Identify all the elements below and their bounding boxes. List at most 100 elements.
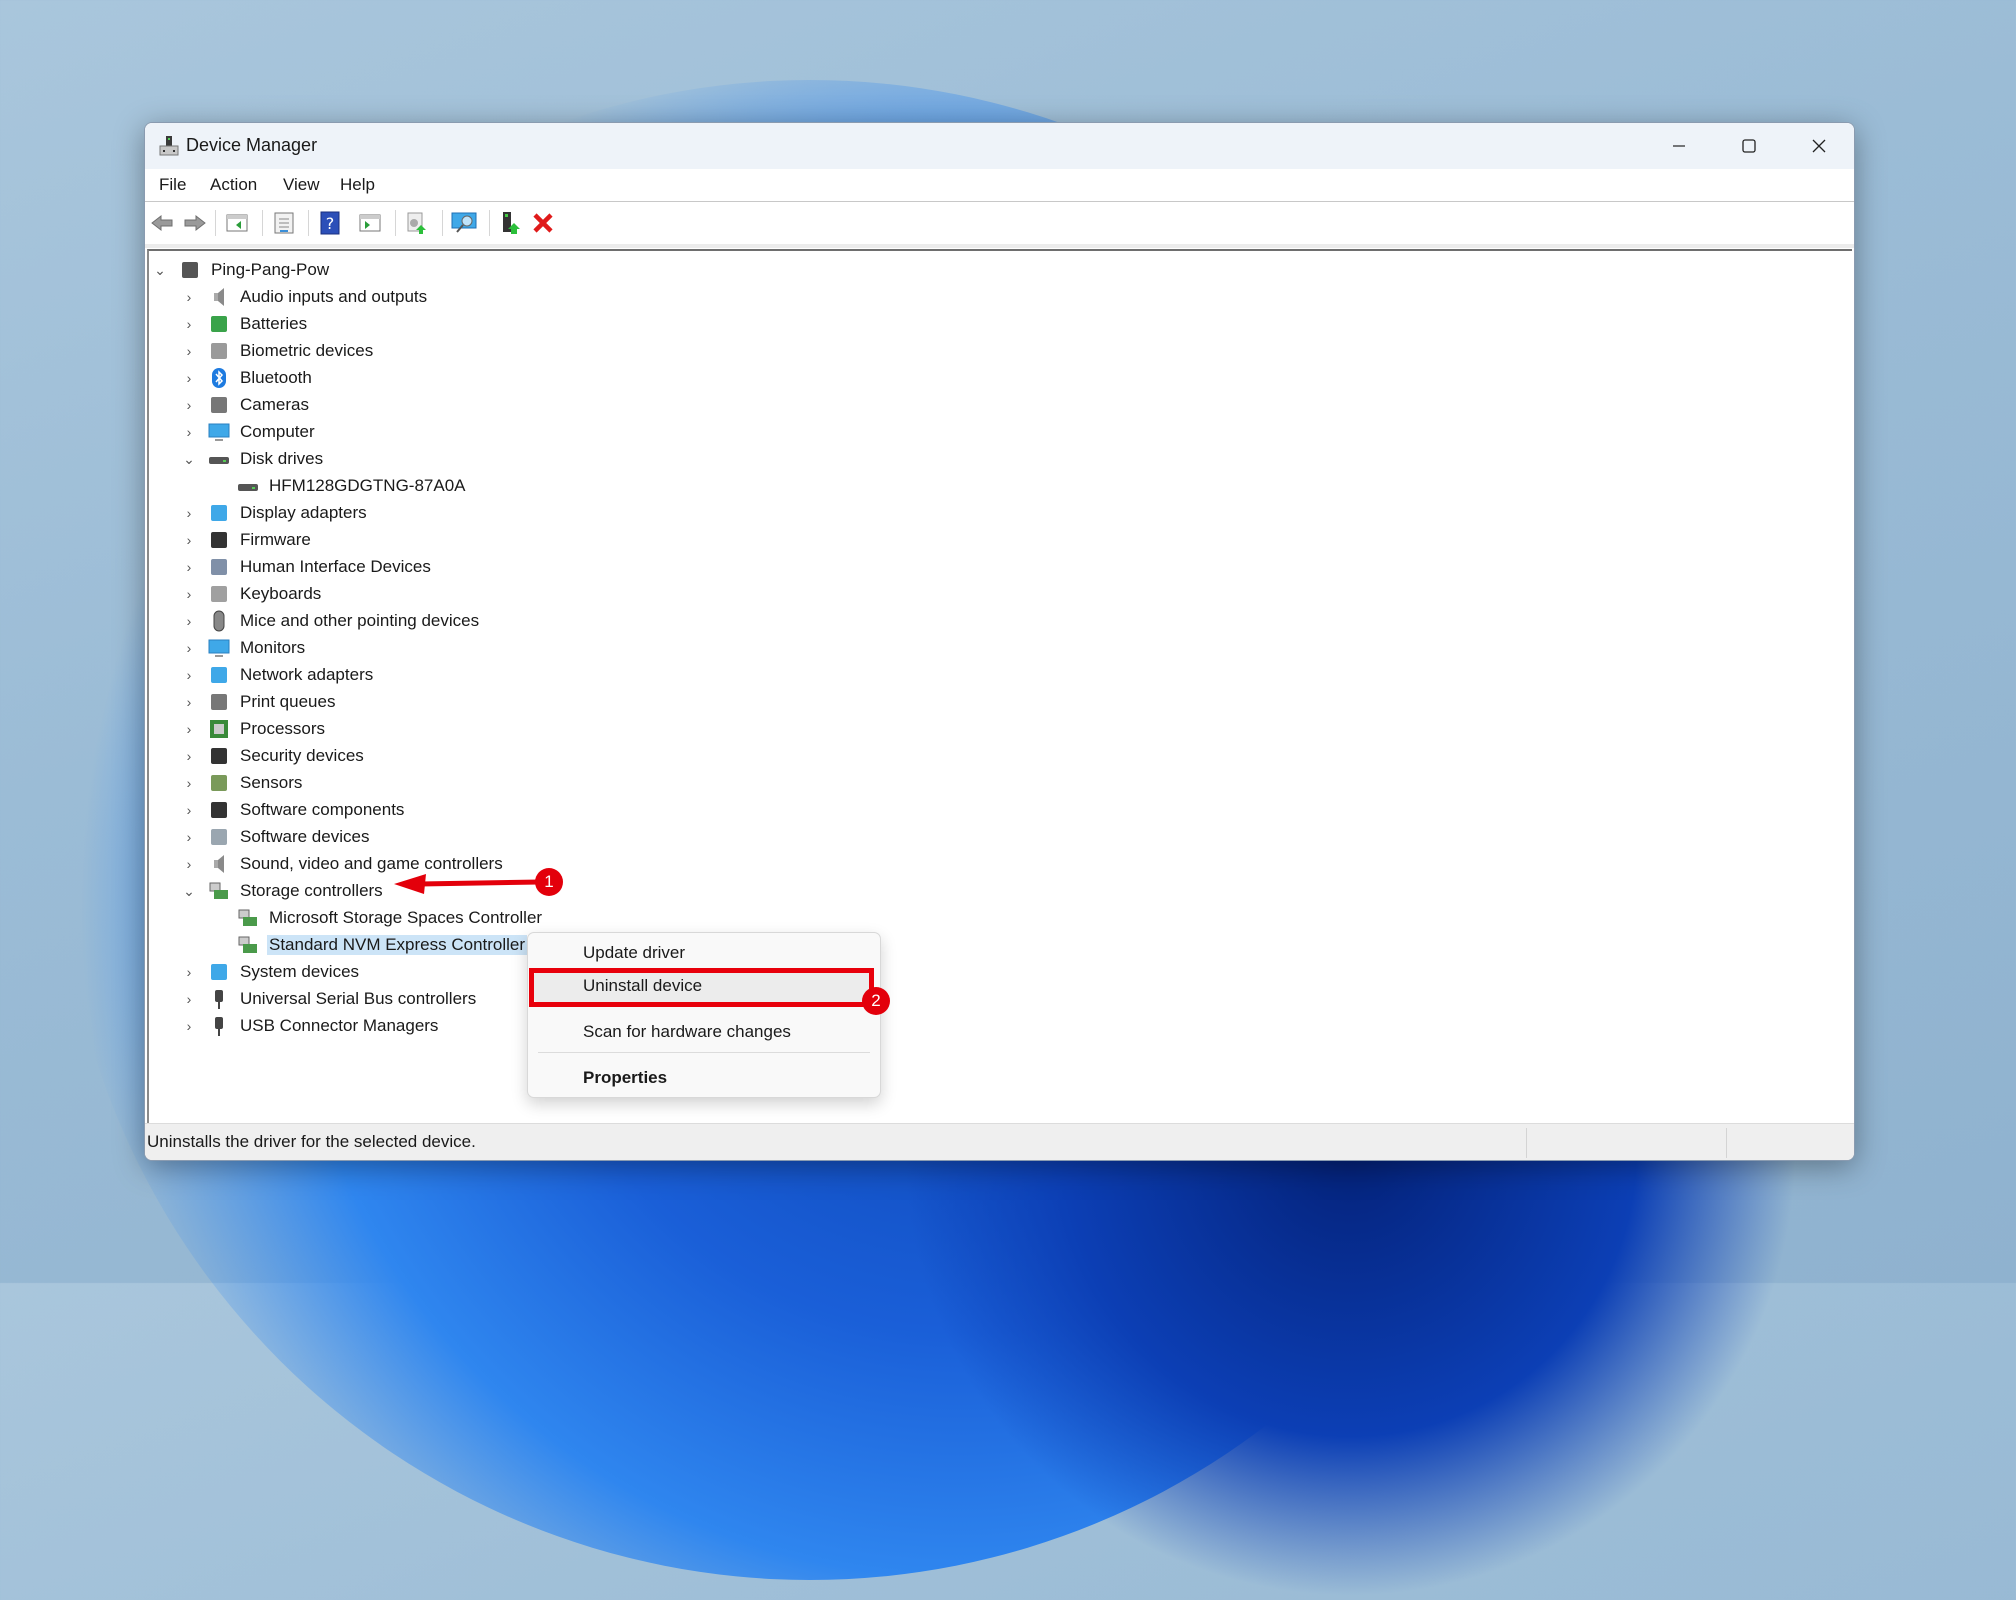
menu-update-driver[interactable]: Update driver [583,943,685,963]
chevron-right-icon[interactable]: › [180,635,198,661]
tree-item-label: Security devices [240,746,364,765]
chevron-right-icon[interactable]: › [180,311,198,337]
tree-category[interactable]: › Software components [180,797,406,823]
tree-category[interactable]: › USB Connector Managers [180,1013,440,1039]
menu-help[interactable]: Help [340,175,375,195]
show-action-pane-button[interactable] [357,210,383,236]
tree-category[interactable]: › Monitors [180,635,307,661]
menu-action[interactable]: Action [210,175,257,195]
tree-category[interactable]: › Computer [180,419,317,445]
speaker-icon [214,855,224,873]
show-hide-console-tree-button[interactable] [224,210,250,236]
chevron-right-icon[interactable]: › [180,716,198,742]
title-bar[interactable]: Device Manager [145,123,1854,169]
back-icon [151,214,173,232]
context-menu-separator [538,1052,870,1053]
device-tree[interactable]: ⌄ Ping-Pang-Pow › Audio inputs and outputs ›… [147,249,1852,1125]
menu-view[interactable]: View [283,175,320,195]
printer-icon [211,694,227,710]
tree-item-label: Universal Serial Bus controllers [240,989,477,1008]
tree-category[interactable]: › Bluetooth [180,365,314,391]
chevron-down-icon[interactable]: ⌄ [180,878,198,904]
chevron-right-icon[interactable]: › [180,338,198,364]
tree-category[interactable]: › Audio inputs and outputs [180,284,429,310]
chevron-right-icon[interactable]: › [180,662,198,688]
toolbar-separator [489,210,490,236]
chevron-right-icon[interactable]: › [180,284,198,310]
toolbar-divider [145,244,1854,248]
tree-category[interactable]: › System devices [180,959,361,985]
chevron-right-icon[interactable]: › [180,797,198,823]
chevron-down-icon[interactable]: ⌄ [151,257,169,283]
menu-file[interactable]: File [159,175,186,195]
tree-category[interactable]: › Software devices [180,824,371,850]
tree-category[interactable]: › Processors [180,716,327,742]
tree-category[interactable]: › Firmware [180,527,313,553]
tree-device[interactable]: Microsoft Storage Spaces Controller [209,905,544,931]
tree-category[interactable]: › Keyboards [180,581,323,607]
device-manager-window: Device Manager File Action View Help ? ⌄… [144,122,1855,1161]
chevron-right-icon[interactable]: › [180,365,198,391]
tree-category[interactable]: › Network adapters [180,662,375,688]
tree-item-label: Processors [240,719,326,738]
chevron-right-icon[interactable]: › [180,851,198,877]
tree-item-icon [208,367,230,389]
tree-category[interactable]: › Biometric devices [180,338,375,364]
tree-category[interactable]: › Print queues [180,689,337,715]
close-button[interactable] [1784,123,1854,169]
storage-controller-icon [238,909,257,926]
tree-item-label: Bluetooth [240,368,312,387]
tree-category[interactable]: › Display adapters [180,500,369,526]
chevron-down-icon[interactable]: ⌄ [180,446,198,472]
battery-icon [211,316,227,332]
chevron-right-icon[interactable]: › [180,743,198,769]
tree-item-icon [208,664,230,686]
action-pane-icon [359,214,381,232]
chevron-right-icon[interactable]: › [180,986,198,1012]
maximize-button[interactable] [1714,123,1784,169]
window-title: Device Manager [186,135,318,155]
tree-device-selected[interactable]: Standard NVM Express Controller [209,932,528,958]
tree-category[interactable]: › Security devices [180,743,366,769]
menu-properties[interactable]: Properties [583,1068,667,1088]
tree-item-label: Monitors [240,638,306,657]
tree-category[interactable]: ⌄ Disk drives [180,446,325,472]
chevron-right-icon[interactable]: › [180,1013,198,1039]
enable-device-button[interactable] [498,210,524,236]
tree-item-label: Keyboards [240,584,322,603]
back-button[interactable] [149,210,175,236]
tree-category[interactable]: ⌄ Storage controllers [180,878,385,904]
chevron-right-icon[interactable]: › [180,500,198,526]
chevron-right-icon[interactable]: › [180,419,198,445]
chevron-right-icon[interactable]: › [180,392,198,418]
chevron-right-icon[interactable]: › [180,581,198,607]
tree-item-label: Network adapters [240,665,374,684]
tree-category[interactable]: › Sensors [180,770,304,796]
tree-category[interactable]: › Cameras [180,392,311,418]
tree-item-label: USB Connector Managers [240,1016,439,1035]
uninstall-device-button[interactable] [530,210,556,236]
properties-button[interactable] [271,210,297,236]
menu-scan-hardware[interactable]: Scan for hardware changes [583,1022,791,1042]
chevron-right-icon[interactable]: › [180,824,198,850]
tree-category[interactable]: › Universal Serial Bus controllers [180,986,478,1012]
tree-category[interactable]: › Mice and other pointing devices [180,608,481,634]
chevron-right-icon[interactable]: › [180,770,198,796]
chevron-right-icon[interactable]: › [180,527,198,553]
tree-item-icon [208,529,230,551]
chevron-right-icon[interactable]: › [180,959,198,985]
minimize-button[interactable] [1644,123,1714,169]
chevron-right-icon[interactable]: › [180,689,198,715]
forward-button[interactable] [182,210,208,236]
tree-device[interactable]: HFM128GDGTNG-87A0A [209,473,468,499]
chevron-right-icon[interactable]: › [180,554,198,580]
tree-category[interactable]: › Human Interface Devices [180,554,433,580]
scan-hardware-icon [451,212,477,233]
update-driver-button[interactable] [404,210,430,236]
firmware-chip-icon [211,532,227,548]
tree-category[interactable]: › Batteries [180,311,309,337]
tree-root-computer[interactable]: ⌄ Ping-Pang-Pow [151,257,331,283]
help-button[interactable]: ? [317,210,343,236]
scan-hardware-button[interactable] [451,210,477,236]
chevron-right-icon[interactable]: › [180,608,198,634]
